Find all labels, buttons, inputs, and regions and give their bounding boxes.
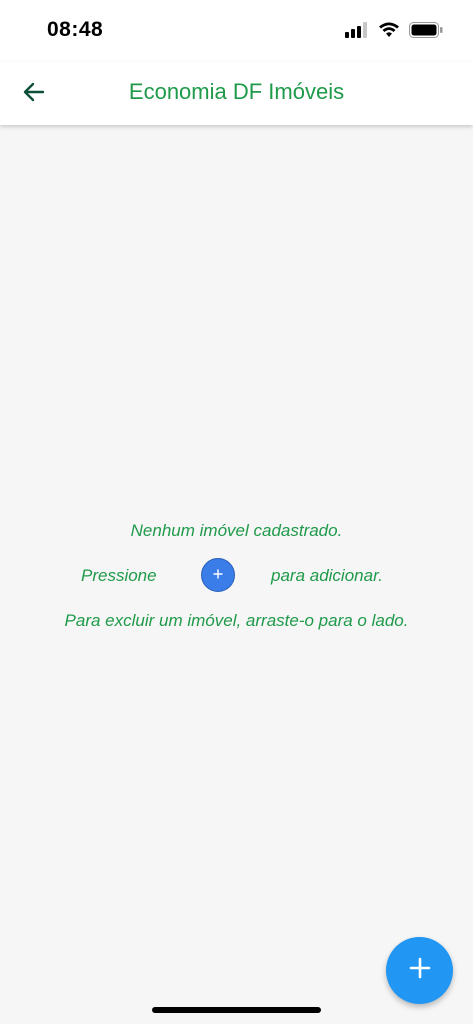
status-bar: 08:48 bbox=[0, 0, 473, 62]
app-bar: Economia DF Imóveis bbox=[0, 62, 473, 125]
press-instruction-after: para adicionar. bbox=[271, 566, 383, 585]
add-property-button[interactable] bbox=[386, 937, 453, 1004]
wifi-icon bbox=[378, 22, 400, 43]
plus-icon bbox=[409, 957, 431, 984]
delete-hint: Para excluir um imóvel, arraste-o para o… bbox=[64, 611, 409, 630]
status-time: 08:48 bbox=[47, 18, 104, 41]
page-title: Economia DF Imóveis bbox=[128, 79, 345, 104]
press-instruction-before: Pressione bbox=[81, 566, 157, 585]
empty-state-message: Nenhum imóvel cadastrado. bbox=[130, 521, 343, 540]
home-indicator bbox=[152, 1007, 321, 1013]
status-icons bbox=[345, 22, 443, 43]
battery-icon bbox=[409, 22, 443, 43]
plus-icon bbox=[213, 566, 223, 584]
signal-icon bbox=[345, 22, 369, 43]
inline-add-indicator bbox=[201, 558, 235, 592]
